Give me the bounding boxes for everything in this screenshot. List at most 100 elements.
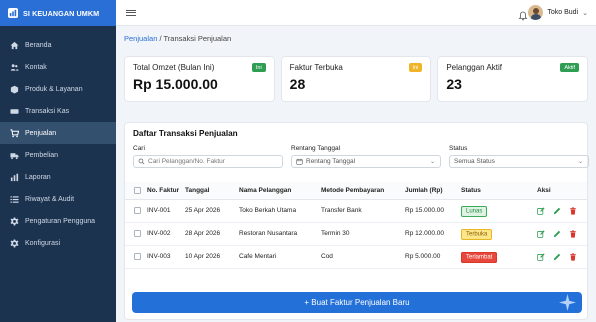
create-invoice-button[interactable]: + Buat Faktur Penjualan Baru	[132, 292, 582, 313]
status-badge: Lunas	[461, 205, 488, 217]
brand[interactable]: SI KEUANGAN UMKM	[0, 0, 116, 26]
column-header[interactable]: No. Faktur	[147, 182, 185, 200]
status-select-value: Semua Status	[454, 158, 495, 165]
row-checkbox[interactable]	[134, 206, 141, 214]
row-select-cell	[125, 245, 147, 269]
card-badge: Ini	[408, 63, 423, 72]
sidebar-item-beranda[interactable]: Beranda	[0, 34, 116, 56]
cell-status: Terlambat	[461, 245, 525, 269]
cell-status: Lunas	[461, 199, 525, 223]
sidebar-item-laporan[interactable]: Laporan	[0, 166, 116, 188]
breadcrumb-parent-link[interactable]: Penjualan	[124, 34, 157, 43]
pencil-icon[interactable]	[553, 230, 561, 238]
table-row[interactable]: INV-001 25 Apr 2026 Toko Berkah Utama Tr…	[125, 199, 587, 223]
sidebar-item-kontak[interactable]: Kontak	[0, 56, 116, 78]
brand-name: SI KEUANGAN UMKM	[23, 8, 100, 18]
filter-status: Status Semua Status ⌄	[449, 145, 589, 168]
search-label: Cari	[133, 145, 145, 152]
topbar: Toko Budi ⌄	[116, 0, 596, 26]
column-header: Aksi	[525, 182, 587, 200]
sidebar-item-riwayat-audit[interactable]: Riwayat & Audit	[0, 188, 116, 210]
select-all-checkbox[interactable]	[134, 186, 141, 194]
cell-jumlah: Rp 15.000.00	[405, 199, 461, 223]
cell-jumlah: Rp 12.000.00	[405, 222, 461, 246]
breadcrumb: Penjualan / Transaksi Penjualan	[124, 34, 231, 43]
trash-icon[interactable]	[569, 252, 577, 261]
select-all-cell	[125, 182, 147, 200]
card-value: Rp 15.000.00	[133, 76, 218, 92]
card-label: Total Omzet (Bulan Ini)	[133, 63, 215, 72]
sidebar-item-label: Pengaturan Pengguna	[25, 217, 96, 225]
cash-icon	[10, 108, 19, 114]
card-faktur-terbuka: Faktur Terbuka 28 Ini	[280, 56, 432, 102]
sidebar-item-label: Beranda	[25, 41, 52, 49]
table-header-row: No. Faktur Tanggal Nama Pelanggan Metode…	[125, 182, 587, 200]
trash-icon[interactable]	[569, 206, 577, 215]
pencil-icon[interactable]	[553, 253, 561, 261]
column-header[interactable]: Metode Pembayaran	[321, 182, 405, 200]
sidebar-item-transaksi-kas[interactable]: Transaksi Kas	[0, 100, 116, 122]
search-input[interactable]	[148, 158, 268, 165]
main-content: Penjualan / Transaksi Penjualan Total Om…	[116, 26, 596, 322]
card-badge: Ini	[251, 63, 266, 72]
chart-icon	[10, 173, 19, 181]
table-row[interactable]: INV-002 28 Apr 2026 Restoran Nusantara T…	[125, 222, 587, 246]
cell-status: Terbuka	[461, 222, 525, 246]
column-header[interactable]: Jumlah (Rp)	[405, 182, 461, 200]
menu-toggle-icon[interactable]	[126, 8, 136, 18]
users-icon	[10, 63, 19, 71]
chevron-down-icon: ⌄	[577, 159, 583, 165]
status-select[interactable]: Semua Status ⌄	[449, 155, 589, 168]
card-pelanggan-aktif: Pelanggan Aktif 23 Aktif	[437, 56, 589, 102]
filters: Cari Rentang Tanggal Rentang Tanggal ⌄ S…	[133, 145, 589, 175]
edit-icon[interactable]	[537, 252, 545, 261]
column-header[interactable]: Status	[461, 182, 525, 200]
card-total-omzet: Total Omzet (Bulan Ini) Rp 15.000.00 Ini	[124, 56, 275, 102]
cell-pelanggan: Cafe Mentari	[239, 245, 321, 269]
transactions-table: No. Faktur Tanggal Nama Pelanggan Metode…	[125, 182, 587, 269]
date-label: Rentang Tanggal	[291, 145, 341, 152]
table-row[interactable]: INV-003 10 Apr 2026 Cafe Mentari Cod Rp …	[125, 245, 587, 269]
card-label: Pelanggan Aktif	[446, 63, 502, 72]
bell-icon[interactable]	[518, 8, 528, 21]
column-header[interactable]: Tanggal	[185, 182, 239, 200]
sidebar-item-produk-layanan[interactable]: Produk & Layanan	[0, 78, 116, 100]
user-menu[interactable]: Toko Budi ⌄	[528, 5, 588, 20]
date-range-value: Rentang Tanggal	[306, 158, 356, 165]
list-icon	[10, 195, 19, 203]
cell-metode: Transfer Bank	[321, 199, 405, 223]
edit-icon[interactable]	[537, 229, 545, 238]
sidebar-item-label: Riwayat & Audit	[25, 195, 75, 203]
sidebar-item-pembelian[interactable]: Pembelian	[0, 144, 116, 166]
sidebar-item-penjualan[interactable]: Penjualan	[0, 122, 116, 144]
cell-faktur: INV-002	[147, 222, 185, 246]
create-invoice-label: + Buat Faktur Penjualan Baru	[304, 298, 410, 307]
chevron-down-icon: ⌄	[582, 9, 588, 17]
card-value: 28	[289, 76, 306, 92]
avatar	[528, 5, 544, 20]
pencil-icon[interactable]	[553, 207, 561, 215]
row-select-cell	[125, 199, 147, 223]
cell-tanggal: 25 Apr 2026	[185, 199, 239, 223]
cell-jumlah: Rp 5.000.00	[405, 245, 461, 269]
cell-metode: Cod	[321, 245, 405, 269]
chevron-down-icon: ⌄	[429, 159, 435, 165]
sidebar-nav: Beranda Kontak Produk & Layanan Transaksi K…	[0, 34, 116, 254]
transactions-panel: Daftar Transaksi Penjualan Cari Rentang …	[124, 122, 589, 320]
date-range-picker[interactable]: Rentang Tanggal ⌄	[291, 155, 441, 168]
status-badge: Terlambat	[461, 251, 498, 263]
sparkle-icon	[559, 294, 576, 311]
trash-icon[interactable]	[569, 229, 577, 238]
row-checkbox[interactable]	[134, 252, 141, 260]
cell-faktur: INV-003	[147, 245, 185, 269]
home-icon	[10, 41, 19, 49]
row-select-cell	[125, 222, 147, 246]
sidebar: SI KEUANGAN UMKM Beranda Kontak Produk & L…	[0, 0, 116, 322]
status-badge: Terbuka	[461, 228, 493, 240]
sidebar-item-pengaturan-pengguna[interactable]: Pengaturan Pengguna	[0, 210, 116, 232]
column-header[interactable]: Nama Pelanggan	[239, 182, 321, 200]
edit-icon[interactable]	[537, 206, 545, 215]
sidebar-item-label: Laporan	[25, 173, 51, 181]
row-checkbox[interactable]	[134, 229, 141, 237]
sidebar-item-konfigurasi[interactable]: Konfigurasi	[0, 232, 116, 254]
